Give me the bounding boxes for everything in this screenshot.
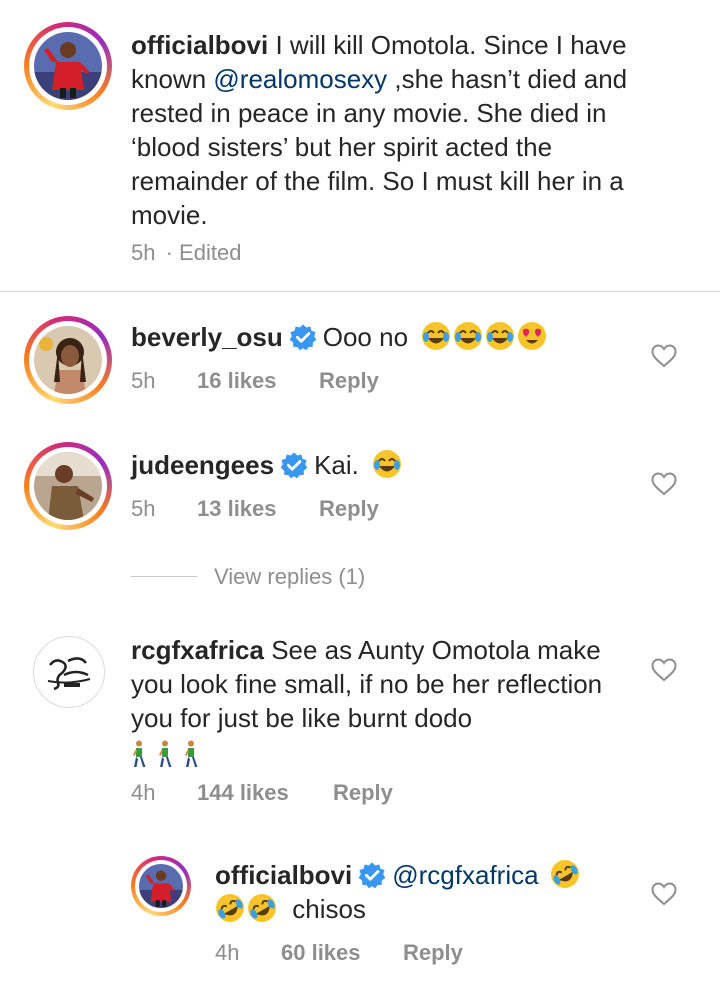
comment-text-judeengees: judeengees Kai. bbox=[131, 448, 631, 482]
comment-text-beverly: beverly_osu Ooo no bbox=[131, 320, 631, 354]
reply-avatar-officialbovi[interactable] bbox=[131, 856, 191, 916]
reply-time: 4h bbox=[215, 940, 240, 965]
caption-divider bbox=[0, 291, 720, 292]
comment-reply-button-rcgfxafrica[interactable]: Reply bbox=[333, 780, 393, 806]
comment-username-rcgfxafrica[interactable]: rcgfxafrica bbox=[131, 635, 264, 665]
caption-username[interactable]: officialbovi bbox=[131, 30, 268, 60]
comment-username-beverly[interactable]: beverly_osu bbox=[131, 322, 283, 352]
comment-time-judeengees: 5h bbox=[131, 496, 156, 521]
comment-text-rcgfxafrica: rcgfxafrica See as Aunty Omotola make yo… bbox=[131, 633, 631, 735]
avatar-photo-officialbovi-small bbox=[139, 864, 183, 908]
avatar-photo-beverly bbox=[34, 326, 102, 394]
heart-outline-icon[interactable] bbox=[651, 882, 677, 906]
comment-body-beverly: Ooo no bbox=[322, 322, 409, 352]
comment-likes-judeengees[interactable]: 13 likes bbox=[197, 496, 319, 522]
comment-time-rcgfxafrica: 4h bbox=[131, 780, 156, 805]
reply-likes[interactable]: 60 likes bbox=[281, 940, 403, 966]
rofl-emoji-icon bbox=[550, 860, 579, 888]
avatar-photo-officialbovi bbox=[34, 32, 102, 100]
comment-time-beverly: 5h bbox=[131, 368, 156, 393]
comment-body-judeengees: Kai. bbox=[314, 450, 359, 480]
comment-meta-beverly: 5h 16 likes Reply bbox=[131, 368, 379, 394]
comment-reply-button-judeengees[interactable]: Reply bbox=[319, 496, 379, 522]
person-walking-emoji-icon bbox=[133, 740, 146, 767]
comment-reply-button-beverly[interactable]: Reply bbox=[319, 368, 379, 394]
heart-outline-icon[interactable] bbox=[651, 658, 677, 682]
reply-meta: 4h 60 likes Reply bbox=[215, 940, 463, 966]
heart-outline-icon[interactable] bbox=[651, 472, 677, 496]
joy-emoji-icon bbox=[454, 322, 483, 350]
person-walking-emoji-icon bbox=[185, 740, 198, 767]
joy-emoji-icon bbox=[373, 450, 402, 478]
verified-badge-icon bbox=[280, 452, 308, 479]
caption-meta: 5h · Edited bbox=[131, 240, 241, 266]
joy-emoji-icon bbox=[486, 322, 515, 350]
comment-avatar-beverly[interactable] bbox=[24, 316, 112, 404]
view-replies-line bbox=[131, 576, 197, 577]
view-replies-link[interactable]: View replies (1) bbox=[214, 564, 365, 590]
comment-avatar-judeengees[interactable] bbox=[24, 442, 112, 530]
caption-time: 5h bbox=[131, 240, 156, 265]
reply-mention[interactable]: @rcgfxafrica bbox=[392, 860, 538, 890]
avatar-photo-judeengees bbox=[34, 452, 102, 520]
rcgfx-logo-icon bbox=[47, 657, 91, 691]
reply-body: chisos bbox=[292, 894, 366, 924]
caption-edited: · Edited bbox=[165, 240, 242, 265]
rofl-emoji-icon bbox=[248, 894, 276, 922]
heart-outline-icon[interactable] bbox=[651, 344, 677, 368]
reply-username[interactable]: officialbovi bbox=[215, 860, 352, 890]
reply-text: officialbovi @rcgfxafrica chisos bbox=[215, 858, 635, 926]
rofl-emoji-icon bbox=[216, 894, 244, 922]
verified-badge-icon bbox=[358, 862, 386, 889]
comment-emoji-beverly bbox=[421, 322, 549, 352]
caption-mention[interactable]: @realomosexy bbox=[213, 64, 387, 94]
joy-emoji-icon bbox=[422, 322, 451, 350]
verified-badge-icon bbox=[289, 324, 317, 351]
reply-reply-button[interactable]: Reply bbox=[403, 940, 463, 966]
comment-meta-judeengees: 5h 13 likes Reply bbox=[131, 496, 379, 522]
caption-text: officialbovi I will kill Omotola. Since … bbox=[131, 28, 671, 232]
person-walking-emoji-icon bbox=[159, 740, 172, 767]
comment-avatar-rcgfxafrica[interactable] bbox=[33, 636, 105, 708]
comment-emoji-rcgfxafrica bbox=[131, 740, 209, 773]
comment-username-judeengees[interactable]: judeengees bbox=[131, 450, 274, 480]
caption-avatar[interactable] bbox=[24, 22, 112, 110]
heart-eyes-emoji-icon bbox=[518, 322, 547, 350]
comment-likes-beverly[interactable]: 16 likes bbox=[197, 368, 319, 394]
comment-likes-rcgfxafrica[interactable]: 144 likes bbox=[197, 780, 333, 806]
comment-meta-rcgfxafrica: 4h 144 likes Reply bbox=[131, 780, 393, 806]
